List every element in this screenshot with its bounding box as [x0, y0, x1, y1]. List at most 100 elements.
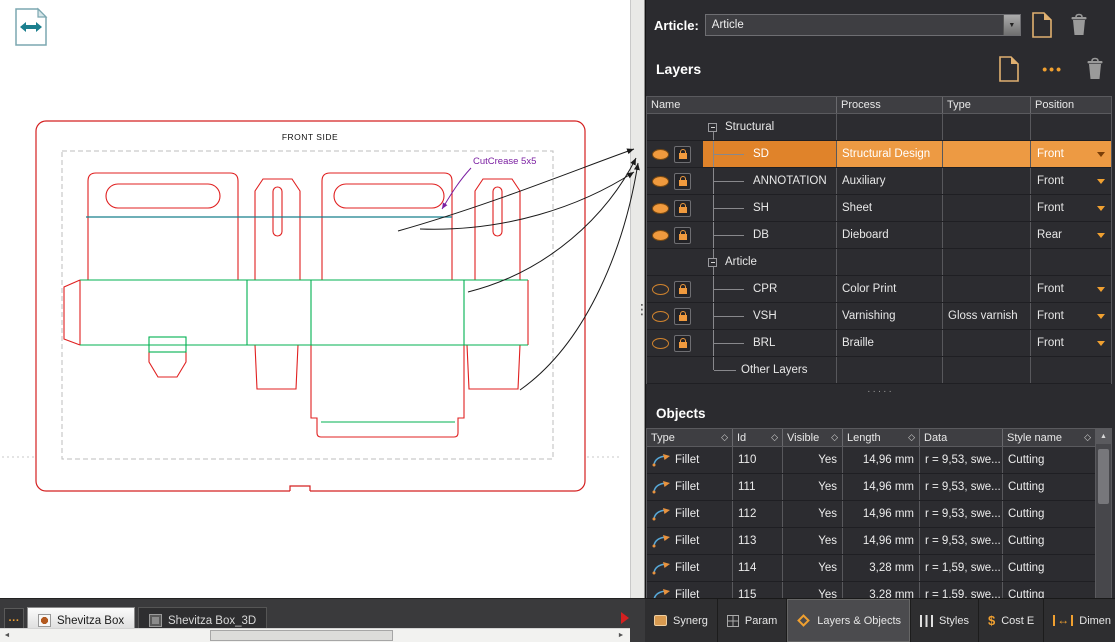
object-length: 14,96 mm	[843, 447, 920, 473]
tree-collapse-icon[interactable]	[708, 123, 717, 132]
layer-position: Rear	[1037, 229, 1062, 241]
layer-icons-cell	[647, 141, 703, 167]
object-type-cell: Fillet	[647, 555, 733, 581]
objects-column-header[interactable]: Style name ◇	[1003, 429, 1095, 446]
layer-row[interactable]: VSH Varnishing Gloss varnish Front	[647, 303, 1111, 330]
layer-row[interactable]: Other Layers	[647, 357, 1111, 384]
visibility-toggle-icon[interactable]	[652, 229, 669, 241]
object-id: 111	[733, 474, 783, 500]
layer-row[interactable]: SH Sheet Front	[647, 195, 1111, 222]
tab-synergy[interactable]: Synerg	[645, 599, 718, 642]
horizontal-scrollbar-thumb[interactable]	[210, 630, 393, 641]
layer-row[interactable]: CPR Color Print Front	[647, 276, 1111, 303]
tree-connector	[713, 357, 736, 371]
layer-row[interactable]: Structural	[647, 114, 1111, 141]
tab-parameters[interactable]: Param	[718, 599, 788, 642]
objects-column-header[interactable]: Id ◇	[733, 429, 783, 446]
visibility-toggle-icon[interactable]	[652, 283, 669, 295]
sort-icon[interactable]: ◇	[908, 432, 915, 443]
scroll-left-arrow[interactable]	[0, 629, 14, 642]
panel-splitter[interactable]	[630, 0, 645, 598]
layer-type	[943, 357, 1031, 383]
sort-icon[interactable]: ◇	[771, 432, 778, 443]
object-row[interactable]: Fillet 110 Yes 14,96 mm r = 9,53, swe...…	[647, 447, 1095, 474]
layer-process: Varnishing	[837, 303, 943, 329]
article-dropdown[interactable]: Article	[704, 14, 1021, 36]
position-dropdown-icon[interactable]	[1097, 232, 1105, 238]
object-style-name: Cutting	[1008, 535, 1045, 547]
layer-row[interactable]: SD Structural Design Front	[647, 141, 1111, 168]
sort-icon[interactable]: ◇	[1084, 432, 1091, 443]
objects-scrollbar[interactable]	[1095, 429, 1111, 598]
position-dropdown-icon[interactable]	[1097, 151, 1105, 157]
delete-layer-icon[interactable]	[1085, 57, 1105, 81]
position-dropdown-icon[interactable]	[1097, 313, 1105, 319]
tree-collapse-icon[interactable]	[708, 258, 717, 267]
layer-position-cell: Front	[1031, 330, 1111, 356]
layer-icons-cell	[647, 330, 703, 356]
lock-icon[interactable]	[674, 145, 691, 163]
application-window: FRONT SIDE CutCrease 5x5 ⋮ ◄ ► Article: …	[0, 0, 1115, 642]
lock-icon[interactable]	[674, 280, 691, 298]
layers-column-header[interactable]: Name	[647, 97, 837, 113]
scroll-right-arrow[interactable]	[614, 629, 628, 642]
objects-scrollbar-thumb[interactable]	[1098, 449, 1109, 504]
tab-layers-and-objects[interactable]: Layers & Objects	[787, 599, 912, 642]
visibility-toggle-icon[interactable]	[652, 148, 669, 160]
sort-icon[interactable]: ◇	[831, 432, 838, 443]
visibility-toggle-icon[interactable]	[652, 175, 669, 187]
objects-column-header[interactable]: Type ◇	[647, 429, 733, 446]
doc-tab-label: Shevitza Box	[57, 614, 125, 627]
layer-row[interactable]: DB Dieboard Rear	[647, 222, 1111, 249]
visibility-toggle-icon[interactable]	[652, 337, 669, 349]
tab-styles[interactable]: Styles	[911, 599, 979, 642]
layer-options-icon[interactable]: •••	[1042, 61, 1063, 77]
position-dropdown-icon[interactable]	[1097, 340, 1105, 346]
layer-name-cell: Structural	[703, 114, 837, 140]
horizontal-scrollbar[interactable]	[0, 628, 630, 642]
tab-cost-estimation[interactable]: Cost E	[979, 599, 1045, 642]
object-row[interactable]: Fillet 115 Yes 3,28 mm r = 1,59, swe... …	[647, 582, 1095, 598]
lock-icon[interactable]	[674, 226, 691, 244]
lock-icon[interactable]	[674, 199, 691, 217]
object-row[interactable]: Fillet 113 Yes 14,96 mm r = 9,53, swe...…	[647, 528, 1095, 555]
new-layer-icon[interactable]	[998, 56, 1020, 82]
tab-label: Styles	[939, 614, 969, 627]
sections-splitter-handle[interactable]: ·····	[646, 384, 1115, 398]
lock-icon[interactable]	[674, 307, 691, 325]
lock-icon[interactable]	[674, 334, 691, 352]
objects-column-header[interactable]: Visible ◇	[783, 429, 843, 446]
sort-icon[interactable]: ◇	[721, 432, 728, 443]
new-article-icon[interactable]	[1031, 12, 1053, 38]
objects-column-header[interactable]: Length ◇	[843, 429, 920, 446]
layer-name: Article	[725, 256, 757, 268]
layer-icons-cell	[647, 249, 703, 275]
object-row[interactable]: Fillet 114 Yes 3,28 mm r = 1,59, swe... …	[647, 555, 1095, 582]
layers-column-header[interactable]: Type	[943, 97, 1031, 113]
layer-row[interactable]: Article	[647, 249, 1111, 276]
position-dropdown-icon[interactable]	[1097, 205, 1105, 211]
layers-column-header[interactable]: Position	[1031, 97, 1111, 113]
dropdown-arrow-icon[interactable]	[1002, 15, 1020, 35]
object-row[interactable]: Fillet 111 Yes 14,96 mm r = 9,53, swe...…	[647, 474, 1095, 501]
drawing-canvas[interactable]	[0, 0, 630, 598]
visibility-toggle-icon[interactable]	[652, 310, 669, 322]
visibility-toggle-icon[interactable]	[652, 202, 669, 214]
tab-dimensions[interactable]: Dimen	[1044, 599, 1115, 642]
layer-position: Front	[1037, 337, 1064, 349]
layers-objects-panel: Article: Article Layers •••	[645, 0, 1115, 599]
position-dropdown-icon[interactable]	[1097, 178, 1105, 184]
lock-icon[interactable]	[674, 172, 691, 190]
tree-connector	[713, 195, 744, 221]
layer-row[interactable]: BRL Braille Front	[647, 330, 1111, 357]
layer-row[interactable]: ANNOTATION Auxiliary Front	[647, 168, 1111, 195]
delete-article-icon[interactable]	[1069, 13, 1089, 37]
tab-scroll-arrow-icon[interactable]	[621, 612, 629, 624]
scroll-up-arrow[interactable]	[1096, 429, 1111, 444]
object-row[interactable]: Fillet 112 Yes 14,96 mm r = 9,53, swe...…	[647, 501, 1095, 528]
tab-label: Dimen	[1079, 614, 1112, 627]
objects-column-header[interactable]: Data	[920, 429, 1003, 446]
sheet-format-icon[interactable]	[13, 7, 49, 52]
position-dropdown-icon[interactable]	[1097, 286, 1105, 292]
layers-column-header[interactable]: Process	[837, 97, 943, 113]
